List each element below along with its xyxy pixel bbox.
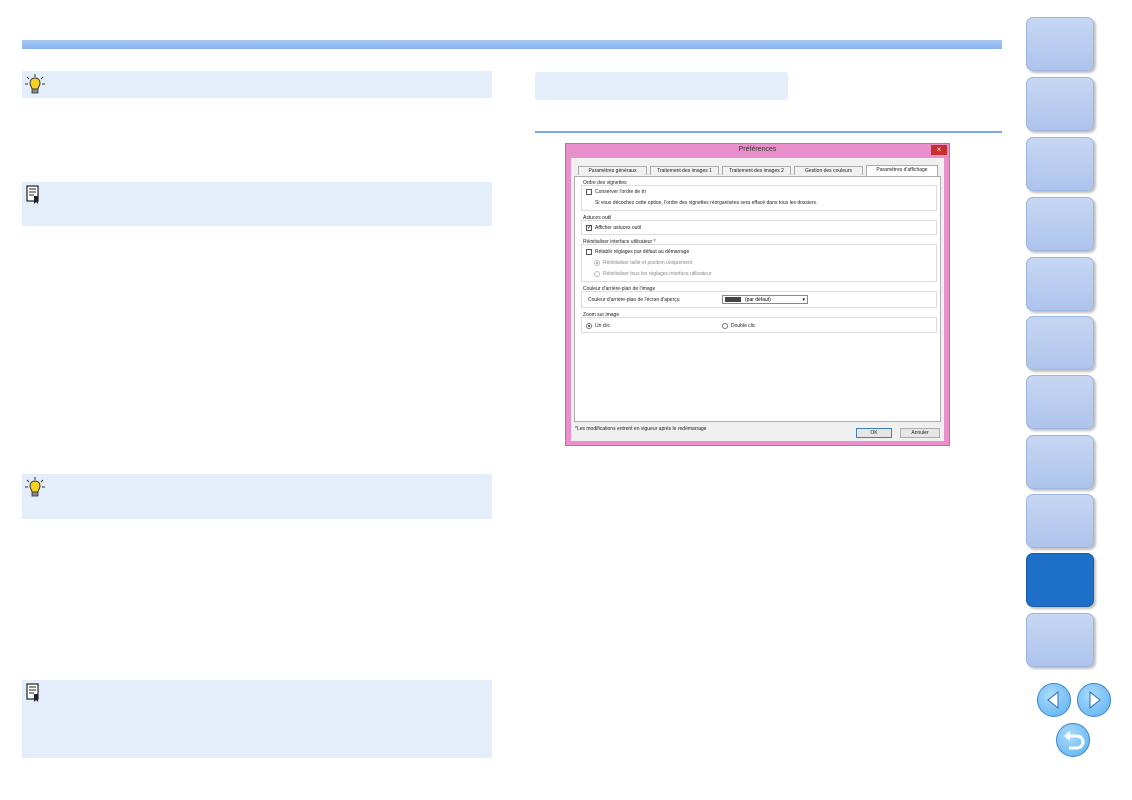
zoom-single-click-radio[interactable] [586,323,592,329]
memo-note-box [22,182,492,226]
side-nav-tab[interactable] [1026,375,1094,429]
side-nav-tab[interactable] [1026,316,1094,370]
close-button[interactable]: × [931,145,947,155]
return-button[interactable] [1056,723,1090,757]
side-nav-tab[interactable] [1026,613,1094,667]
side-nav-tab[interactable] [1026,17,1094,71]
thumb-order-hint: Si vous décochez cette option, l'ordre d… [595,200,818,206]
dialog-title: Préférences [738,146,777,153]
tab-display-settings[interactable]: Paramètres d'affichage [866,165,938,176]
reset-all-ui-label: Réinitialiser tous les réglages interfac… [603,271,712,277]
dialog-body: Paramètres généraux Traitement des image… [571,158,944,441]
group-tooltips: ✓ Afficher astuces outil [581,220,937,235]
preview-bg-color-label: Couleur d'arrière-plan de l'écran d'aper… [588,297,680,303]
cancel-button[interactable]: Annuler [900,428,940,438]
memo-note-box [22,680,492,758]
side-nav-tab[interactable] [1026,494,1094,548]
bg-color-select-value: (par défaut) [745,297,771,303]
restore-defaults-label: Rétablir réglages par défaut au démarrag… [595,249,690,255]
tip-bulb-icon [25,74,45,94]
side-nav-tab[interactable] [1026,137,1094,191]
tab-image-processing-1[interactable]: Traitement des images 1 [650,166,719,175]
tip-bulb-icon [25,477,45,497]
group-thumb-order: Conserver l'ordre de tri Si vous décoche… [581,185,937,211]
keep-sort-order-label: Conserver l'ordre de tri [595,189,646,195]
return-icon [1064,731,1085,750]
display-settings-panel: Ordre des vignettes Conserver l'ordre de… [574,176,941,422]
next-page-icon [1089,690,1101,710]
color-swatch [725,297,741,302]
tab-general[interactable]: Paramètres généraux [578,166,647,175]
show-tooltips-checkbox[interactable]: ✓ [586,225,592,231]
reset-all-ui-radio[interactable] [594,271,600,277]
restore-defaults-checkbox[interactable] [586,249,592,255]
next-page-button[interactable] [1077,683,1111,717]
section-title-box [535,72,788,100]
memo-icon [26,185,39,204]
zoom-double-click-label: Double clic [731,323,756,329]
side-nav-tab[interactable] [1026,77,1094,131]
tab-color-management[interactable]: Gestion des couleurs [794,166,863,175]
side-nav-tab[interactable] [1026,197,1094,251]
bg-color-select[interactable]: (par défaut) ▾ [722,295,808,304]
reset-size-position-radio[interactable] [594,260,600,266]
reset-size-position-label: Réinitialiser taille et position uniquem… [603,260,693,266]
top-divider-bar [22,40,1002,49]
prev-page-icon [1047,690,1059,710]
show-tooltips-label: Afficher astuces outil [595,225,642,231]
side-nav-tab-active[interactable] [1026,553,1094,607]
chevron-down-icon: ▾ [802,297,805,303]
zoom-double-click-radio[interactable] [722,323,728,329]
tip-note-box [22,71,492,98]
prev-page-button[interactable] [1037,683,1071,717]
preferences-dialog: Préférences × Paramètres généraux Traite… [565,143,950,446]
section-divider [535,131,1002,133]
restart-footnote: *Les modifications entrent en vigueur ap… [575,426,707,432]
side-nav-tab[interactable] [1026,257,1094,311]
keep-sort-order-checkbox[interactable] [586,189,592,195]
tab-image-processing-2[interactable]: Traitement des images 2 [722,166,791,175]
side-nav-tab[interactable] [1026,435,1094,489]
tip-note-box [22,474,492,519]
group-bg-color: Couleur d'arrière-plan de l'écran d'aper… [581,291,937,308]
group-reset-ui: Rétablir réglages par défaut au démarrag… [581,244,937,282]
memo-icon [26,683,39,702]
ok-button[interactable]: OK [856,428,892,438]
zoom-single-click-label: Un clic [595,323,611,329]
group-zoom: Un clic Double clic [581,317,937,333]
